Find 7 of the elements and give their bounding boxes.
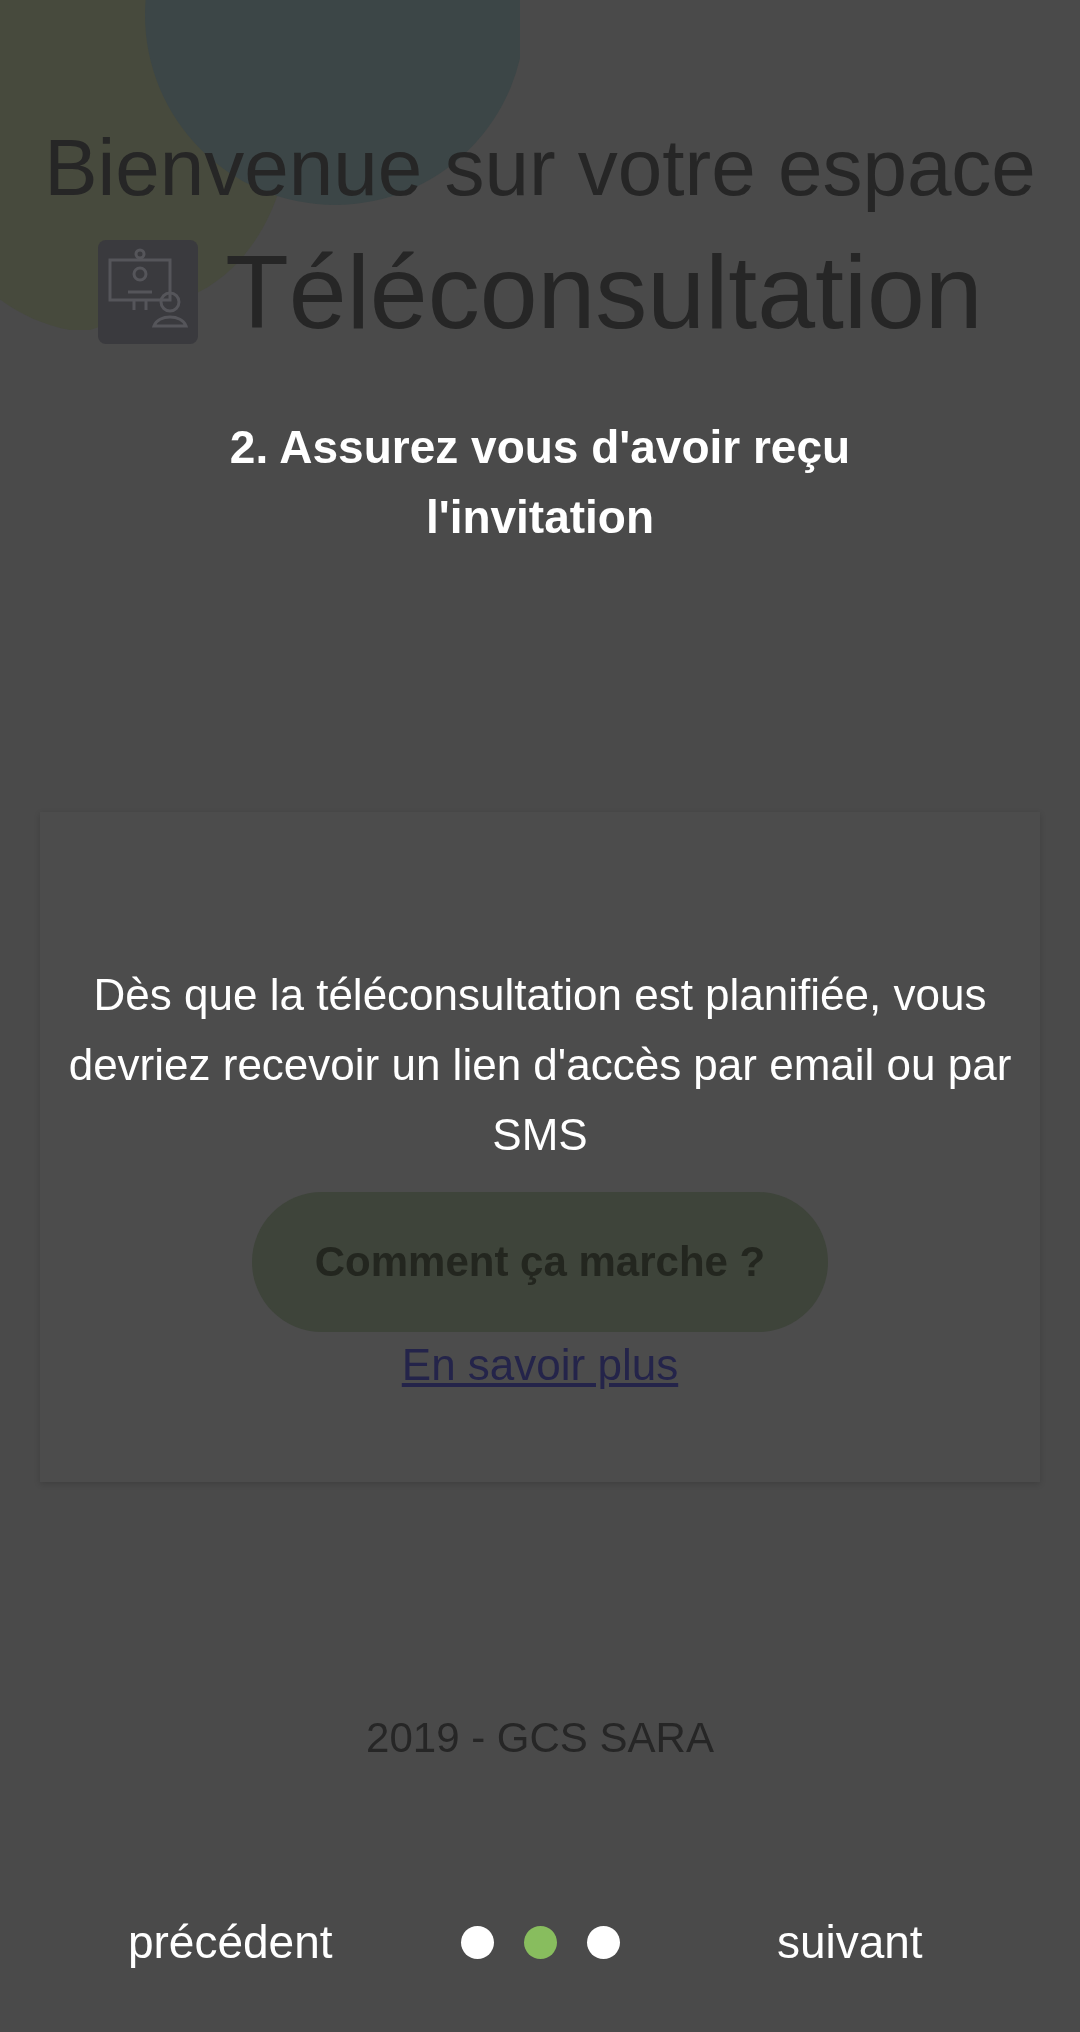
step-description: Dès que la téléconsultation est planifiée, vous devriez recevoir un lien d'accès par email ou par SMS: [67, 969, 1013, 1161]
previous-button[interactable]: précédent: [127, 1915, 333, 1969]
page-dot[interactable]: [586, 1925, 620, 1959]
next-button[interactable]: suivant: [776, 1915, 923, 1969]
page-dot[interactable]: [523, 1925, 557, 1959]
page-dot[interactable]: [460, 1925, 494, 1959]
step-heading: 2. Assurez vous d'avoir reçu l'invitation: [228, 420, 852, 545]
